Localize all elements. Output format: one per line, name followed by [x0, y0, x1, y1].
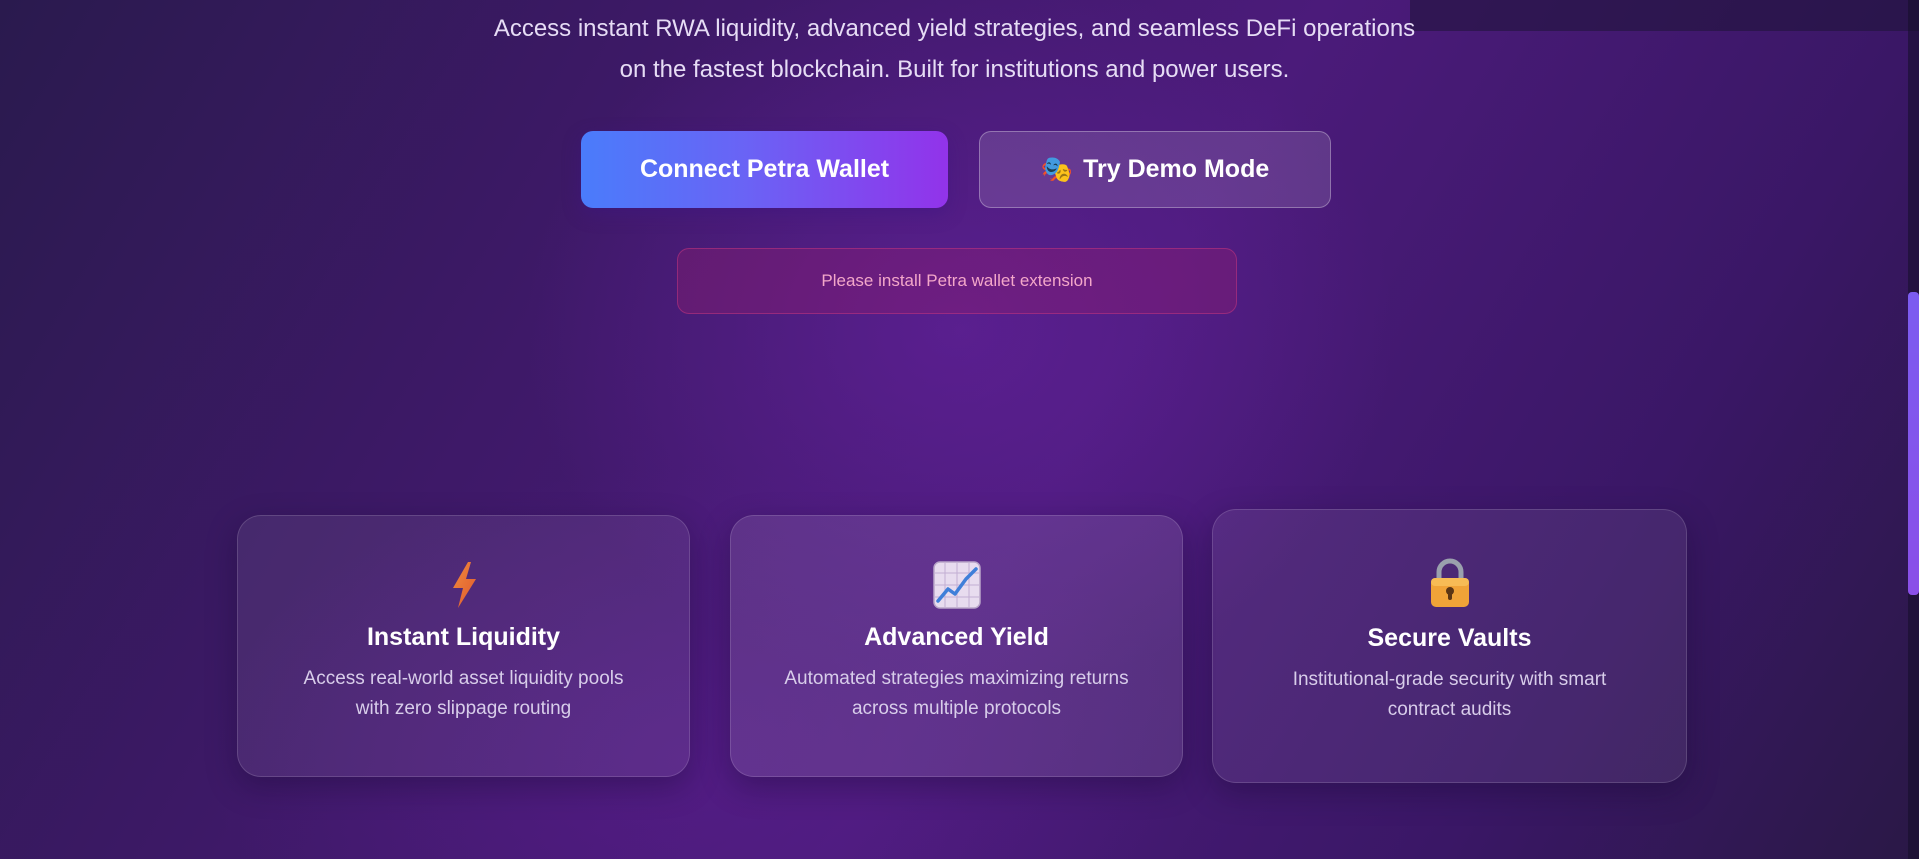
feature-description: Automated strategies maximizing returns …: [777, 664, 1137, 724]
scrollbar-thumb[interactable]: [1908, 292, 1919, 595]
feature-card-instant-liquidity: Instant Liquidity Access real-world asse…: [237, 515, 690, 777]
feature-title: Instant Liquidity: [366, 623, 561, 651]
connect-wallet-button[interactable]: Connect Petra Wallet: [581, 131, 948, 208]
feature-description-line-2: contract audits: [1387, 699, 1512, 720]
hero-subtitle-line-1: Access instant RWA liquidity, advanced y…: [493, 15, 1416, 42]
feature-description-line-1: Automated strategies maximizing returns: [784, 668, 1129, 689]
feature-description-line-2: across multiple protocols: [851, 698, 1062, 719]
demo-mode-label: Try Demo Mode: [1083, 155, 1270, 183]
theater-masks-icon: 🎭: [1040, 154, 1074, 184]
feature-description-line-2: with zero slippage routing: [355, 698, 572, 719]
feature-title: Secure Vaults: [1367, 624, 1532, 652]
action-buttons: Connect Petra Wallet 🎭 Try Demo Mode: [581, 131, 1331, 208]
feature-card-secure-vaults: Secure Vaults Institutional-grade securi…: [1212, 509, 1687, 783]
chart-increasing-icon: [932, 561, 981, 609]
wallet-error-alert: Please install Petra wallet extension: [677, 248, 1237, 314]
feature-description: Institutional-grade security with smart …: [1270, 665, 1630, 725]
feature-title: Advanced Yield: [864, 623, 1049, 651]
lock-icon: [1430, 558, 1469, 607]
hero-subtitle: Access instant RWA liquidity, advanced y…: [465, 8, 1445, 90]
hero-section: Access instant RWA liquidity, advanced y…: [0, 8, 1909, 90]
hero-subtitle-line-2: on the fastest blockchain. Built for ins…: [619, 56, 1290, 83]
connect-wallet-label: Connect Petra Wallet: [639, 155, 890, 183]
feature-description: Access real-world asset liquidity pools …: [284, 664, 644, 724]
demo-mode-button[interactable]: 🎭 Try Demo Mode: [979, 131, 1331, 208]
feature-description-line-1: Institutional-grade security with smart: [1292, 669, 1607, 690]
lightning-icon: [452, 562, 476, 608]
scrollbar[interactable]: [1908, 0, 1919, 859]
feature-description-line-1: Access real-world asset liquidity pools: [303, 668, 624, 689]
feature-card-advanced-yield: Advanced Yield Automated strategies maxi…: [730, 515, 1183, 777]
alert-message: Please install Petra wallet extension: [821, 271, 1093, 290]
